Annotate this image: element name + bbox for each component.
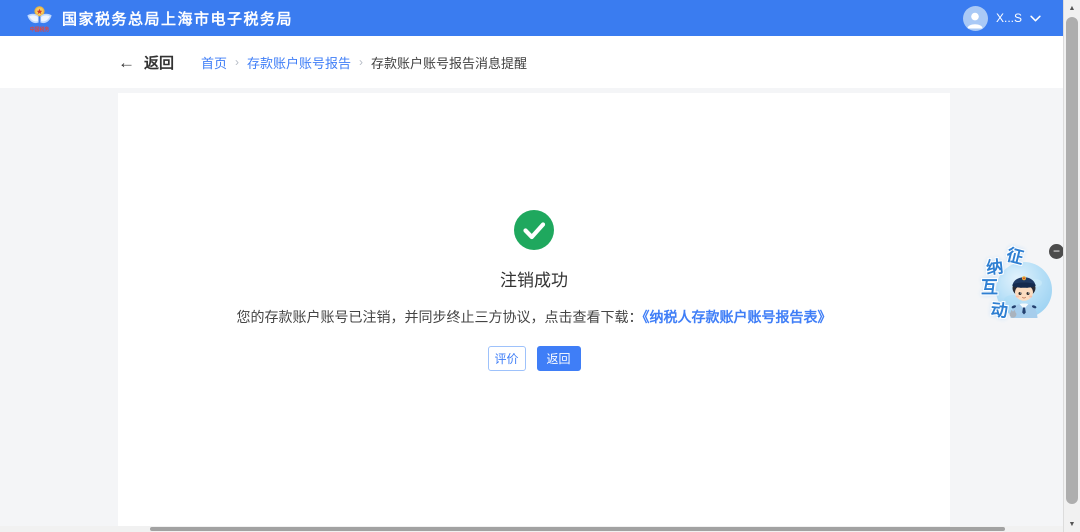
- breadcrumb-current: 存款账户账号报告消息提醒: [371, 55, 528, 71]
- breadcrumb-separator: ›: [235, 55, 240, 69]
- logo-caption: 中国税务: [30, 26, 50, 33]
- result-card: 注销成功 您的存款账户账号已注销，并同步终止三方协议，点击查看下载：《纳税人存款…: [118, 93, 950, 526]
- user-name: X...S: [995, 11, 1022, 25]
- result-title: 注销成功: [500, 271, 568, 290]
- assistant-label-char: 互: [981, 278, 998, 297]
- success-check-icon: [514, 210, 554, 250]
- vertical-scrollbar[interactable]: ▲ ▼: [1063, 0, 1080, 532]
- breadcrumb: 首页 › 存款账户账号报告 › 存款账户账号报告消息提醒: [201, 53, 527, 72]
- result-message-text: 您的存款账户账号已注销，并同步终止三方协议，点击查看下载：: [236, 309, 643, 325]
- breadcrumb-link-home[interactable]: 首页: [201, 53, 227, 72]
- scroll-down-button[interactable]: ▼: [1064, 516, 1080, 532]
- person-icon: [967, 12, 983, 28]
- horizontal-scrollbar-thumb[interactable]: [150, 527, 1005, 531]
- evaluate-button[interactable]: 评价: [487, 346, 526, 371]
- vertical-scrollbar-thumb[interactable]: [1066, 17, 1078, 504]
- minimize-button[interactable]: −: [1049, 244, 1064, 259]
- breadcrumb-bar: ← 返回 首页 › 存款账户账号报告 › 存款账户账号报告消息提醒: [0, 36, 1063, 88]
- assistant-label-char: 动: [989, 300, 1009, 321]
- back-arrow-icon: ←: [118, 52, 135, 72]
- scroll-up-button[interactable]: ▲: [1064, 0, 1080, 16]
- back-button[interactable]: ← 返回: [118, 52, 174, 73]
- assistant-widget[interactable]: − 征 纳 互 动: [978, 239, 1065, 333]
- back-label: 返回: [144, 54, 175, 72]
- action-buttons: 评价 返回: [118, 346, 950, 371]
- brand: 中国税务 国家税务总局上海市电子税务局: [26, 0, 293, 36]
- result-message: 您的存款账户账号已注销，并同步终止三方协议，点击查看下载：《纳税人存款账户账号报…: [118, 307, 950, 327]
- app-header: 中国税务 国家税务总局上海市电子税务局 X...S: [0, 0, 1063, 36]
- page: 中国税务 国家税务总局上海市电子税务局 X...S ← 返回 首页 › 存款账户…: [0, 0, 1080, 532]
- content-area: 注销成功 您的存款账户账号已注销，并同步终止三方协议，点击查看下载：《纳税人存款…: [0, 88, 1063, 526]
- breadcrumb-link-deposit-account-report[interactable]: 存款账户账号报告: [247, 53, 351, 72]
- chevron-down-icon[interactable]: [1030, 15, 1041, 22]
- return-button[interactable]: 返回: [536, 346, 581, 371]
- tax-bureau-logo-icon: 中国税务: [27, 5, 52, 33]
- horizontal-scrollbar[interactable]: [0, 526, 1063, 532]
- app-title: 国家税务总局上海市电子税务局: [62, 10, 294, 28]
- report-download-link[interactable]: 《纳税人存款账户账号报告表》: [643, 309, 832, 325]
- user-menu[interactable]: X...S: [962, 0, 1041, 36]
- user-avatar-icon[interactable]: [962, 5, 988, 31]
- breadcrumb-separator: ›: [359, 55, 364, 69]
